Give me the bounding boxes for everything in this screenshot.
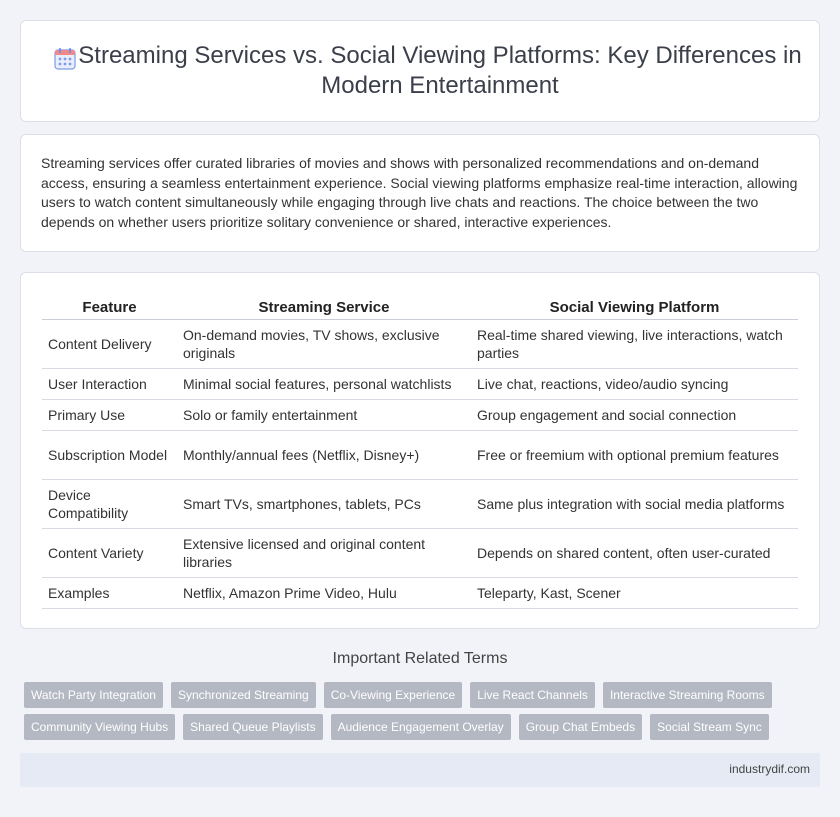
related-tag[interactable]: Audience Engagement Overlay — [330, 714, 511, 740]
streaming-cell: Solo or family entertainment — [177, 399, 471, 431]
feature-cell: Examples — [42, 577, 177, 609]
intro-card: Streaming services offer curated librari… — [20, 134, 820, 252]
feature-cell: User Interaction — [42, 368, 177, 400]
comparison-table: Feature Streaming Service Social Viewing… — [42, 297, 798, 609]
related-tag[interactable]: Watch Party Integration — [24, 682, 163, 708]
streaming-cell: Minimal social features, personal watchl… — [177, 368, 471, 400]
feature-cell: Subscription Model — [42, 430, 177, 480]
social-cell: Free or freemium with optional premium f… — [471, 430, 798, 480]
feature-cell: Primary Use — [42, 399, 177, 431]
table-row: Content Delivery On-demand movies, TV sh… — [42, 319, 798, 369]
comparison-card: Feature Streaming Service Social Viewing… — [20, 272, 820, 629]
social-cell: Same plus integration with social media … — [471, 479, 798, 529]
feature-cell: Content Delivery — [42, 319, 177, 369]
related-tag[interactable]: Synchronized Streaming — [170, 682, 316, 708]
feature-cell: Device Compatibility — [42, 479, 177, 529]
feature-cell: Content Variety — [42, 528, 177, 578]
social-cell: Teleparty, Kast, Scener — [471, 577, 798, 609]
related-tags-row: Community Viewing Hubs Shared Queue Play… — [24, 714, 769, 740]
table-row: Content Variety Extensive licensed and o… — [42, 528, 798, 578]
table-row: Device Compatibility Smart TVs, smartpho… — [42, 479, 798, 529]
related-tag[interactable]: Social Stream Sync — [650, 714, 769, 740]
footer-bar: industrydif.com — [20, 753, 820, 787]
table-row: Subscription Model Monthly/annual fees (… — [42, 430, 798, 480]
social-cell: Real-time shared viewing, live interacti… — [471, 319, 798, 369]
title-card: Streaming Services vs. Social Viewing Pl… — [20, 20, 820, 122]
header-streaming-service: Streaming Service — [177, 297, 471, 320]
social-cell: Live chat, reactions, video/audio syncin… — [471, 368, 798, 400]
footer-site-link[interactable]: industrydif.com — [729, 762, 810, 776]
related-terms-heading: Important Related Terms — [332, 650, 508, 667]
related-tag[interactable]: Live React Channels — [470, 682, 595, 708]
header-social-viewing-platform: Social Viewing Platform — [471, 297, 798, 320]
table-header-row: Feature Streaming Service Social Viewing… — [42, 297, 798, 320]
related-tag[interactable]: Community Viewing Hubs — [24, 714, 176, 740]
table-row: User Interaction Minimal social features… — [42, 368, 798, 400]
intro-paragraph: Streaming services offer curated librari… — [41, 155, 798, 230]
table-row: Examples Netflix, Amazon Prime Video, Hu… — [42, 577, 798, 609]
related-tag[interactable]: Co-Viewing Experience — [323, 682, 463, 708]
table-row: Primary Use Solo or family entertainment… — [42, 399, 798, 431]
related-tag[interactable]: Interactive Streaming Rooms — [602, 682, 772, 708]
streaming-cell: Extensive licensed and original content … — [177, 528, 471, 578]
header-feature: Feature — [42, 297, 177, 320]
related-tags-row: Watch Party Integration Synchronized Str… — [24, 682, 772, 708]
streaming-cell: Smart TVs, smartphones, tablets, PCs — [177, 479, 471, 529]
streaming-cell: Monthly/annual fees (Netflix, Disney+) — [177, 430, 471, 480]
related-tag[interactable]: Shared Queue Playlists — [183, 714, 323, 740]
streaming-cell: On-demand movies, TV shows, exclusive or… — [177, 319, 471, 369]
social-cell: Depends on shared content, often user-cu… — [471, 528, 798, 578]
streaming-cell: Netflix, Amazon Prime Video, Hulu — [177, 577, 471, 609]
social-cell: Group engagement and social connection — [471, 399, 798, 431]
related-tag[interactable]: Group Chat Embeds — [518, 714, 643, 740]
page-title: Streaming Services vs. Social Viewing Pl… — [78, 42, 802, 99]
